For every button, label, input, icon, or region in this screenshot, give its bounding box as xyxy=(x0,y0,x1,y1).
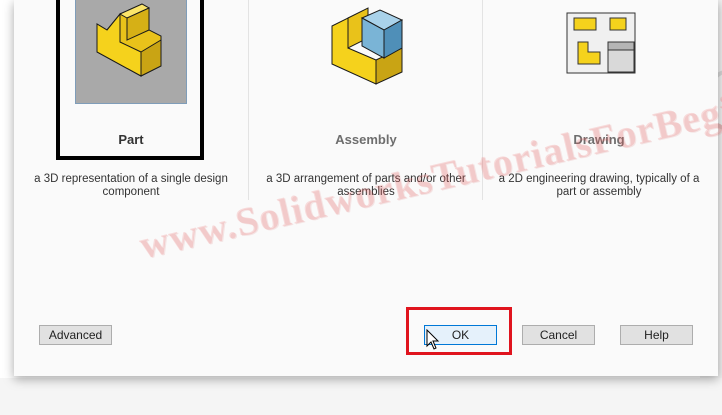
assembly-title: Assembly xyxy=(335,132,397,147)
cancel-button[interactable]: Cancel xyxy=(522,325,595,345)
background-window-bottom xyxy=(0,378,722,415)
part-description-line2: component xyxy=(102,186,160,198)
mouse-cursor-icon xyxy=(426,329,440,350)
tile-divider xyxy=(248,0,249,200)
part-description: a 3D representation of a single design c… xyxy=(21,173,241,199)
advanced-button[interactable]: Advanced xyxy=(39,325,112,345)
part-description-line1: a 3D representation of a single design xyxy=(34,173,228,185)
part-title: Part xyxy=(118,132,144,147)
assembly-icon xyxy=(331,7,404,85)
drawing-description-line2: part or assembly xyxy=(556,186,642,198)
drawing-icon xyxy=(566,12,636,74)
ok-highlight-frame xyxy=(406,307,512,355)
help-button[interactable]: Help xyxy=(620,325,693,345)
